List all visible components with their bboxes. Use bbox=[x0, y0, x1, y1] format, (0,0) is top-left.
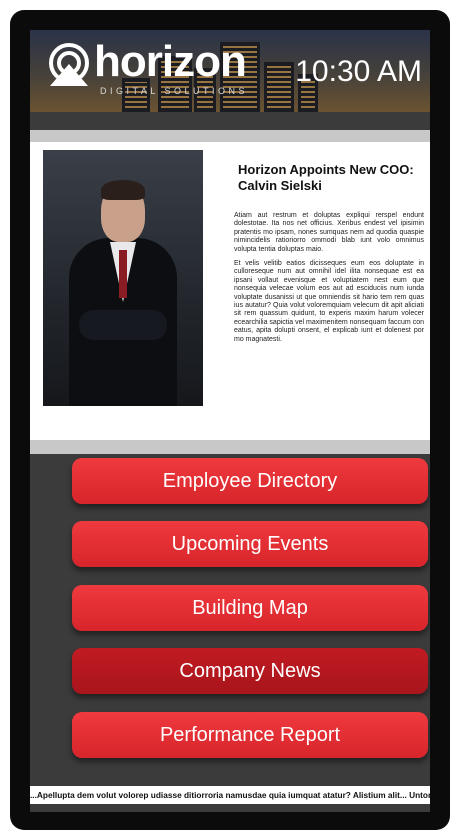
clock-time: 10:30 AM bbox=[295, 55, 422, 88]
bottom-divider bbox=[30, 440, 430, 454]
horizon-logo-icon bbox=[49, 43, 89, 86]
news-article-card: Horizon Appoints New COO: Calvin Sielski… bbox=[30, 142, 430, 440]
portrait-tie bbox=[119, 250, 127, 298]
article-paragraph: Atiam aut restrum et doluptas expliqui r… bbox=[234, 212, 424, 253]
top-divider bbox=[30, 130, 430, 142]
building-map-button[interactable]: Building Map bbox=[72, 585, 428, 631]
kiosk-screen: horizon DIGITAL SOLUTIONS 10:30 AM Horiz… bbox=[30, 30, 430, 812]
upcoming-events-button[interactable]: Upcoming Events bbox=[72, 521, 428, 567]
article-paragraph: Et velis velitib eatios dicisseques eum … bbox=[234, 260, 424, 343]
header-banner: horizon DIGITAL SOLUTIONS 10:30 AM bbox=[30, 30, 430, 112]
portrait-crossed-arms bbox=[79, 310, 167, 340]
article-body: Atiam aut restrum et doluptas expliqui r… bbox=[234, 212, 424, 350]
brand-tagline: DIGITAL SOLUTIONS bbox=[100, 86, 249, 96]
employee-directory-button[interactable]: Employee Directory bbox=[72, 458, 428, 504]
brand-name: horizon bbox=[94, 37, 247, 86]
skyline-building bbox=[264, 62, 294, 112]
kiosk-device-frame: horizon DIGITAL SOLUTIONS 10:30 AM Horiz… bbox=[10, 10, 450, 830]
performance-report-button[interactable]: Performance Report bbox=[72, 712, 428, 758]
news-ticker: ...Apellupta dem volut volorep udiasse d… bbox=[30, 786, 430, 804]
article-headline: Horizon Appoints New COO: Calvin Sielski bbox=[238, 162, 414, 193]
portrait-hair bbox=[101, 180, 145, 200]
executive-portrait-image bbox=[43, 150, 203, 406]
company-news-button[interactable]: Company News bbox=[72, 648, 428, 694]
